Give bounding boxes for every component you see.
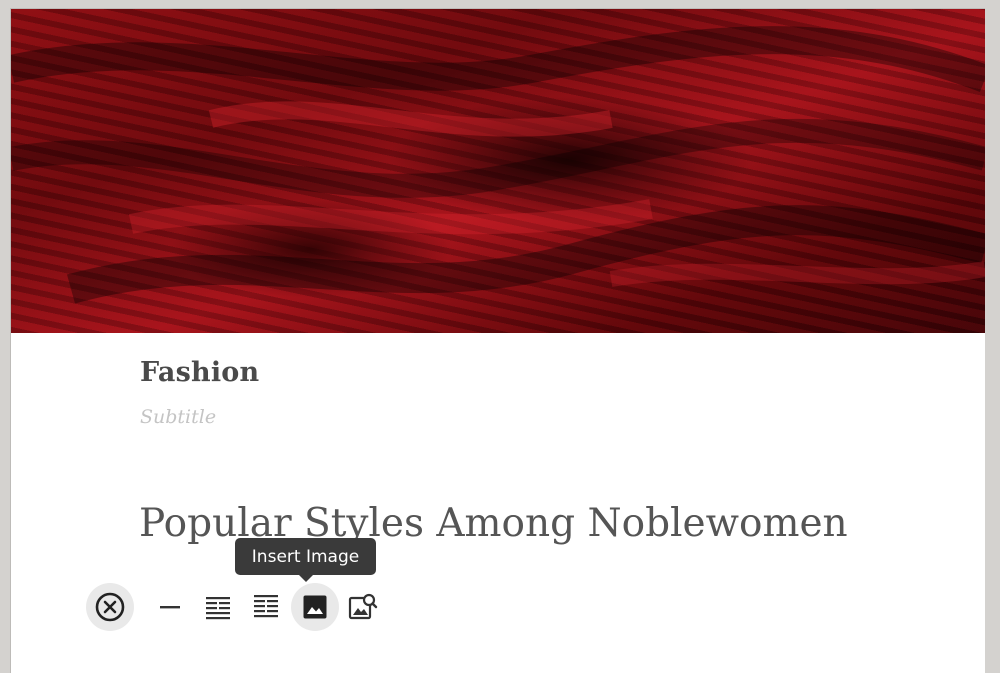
search-images-button[interactable] [339,583,387,631]
image-search-icon [348,593,378,620]
window-edge [985,0,1000,673]
insert-toolbar [76,583,396,631]
insert-divider-button[interactable] [146,583,194,631]
fabric-folds [11,26,985,304]
editor-window: Fashion Subtitle Popular Styles Among No… [0,0,1000,673]
text-wrap-icon [206,597,230,620]
cover-image[interactable] [11,9,985,333]
insert-image-button[interactable] [291,583,339,631]
post-editor-page: Fashion Subtitle Popular Styles Among No… [11,9,985,673]
close-icon [95,592,125,622]
insert-image-tooltip: Insert Image [235,538,376,582]
subtitle-placeholder[interactable]: Subtitle [140,406,216,428]
insert-text-block-button[interactable] [194,583,242,631]
divider-icon [160,606,180,609]
close-button[interactable] [86,583,134,631]
image-icon [303,595,327,619]
category-title[interactable]: Fashion [140,357,259,388]
list-block-icon [254,595,278,618]
insert-list-block-button[interactable] [242,583,290,631]
